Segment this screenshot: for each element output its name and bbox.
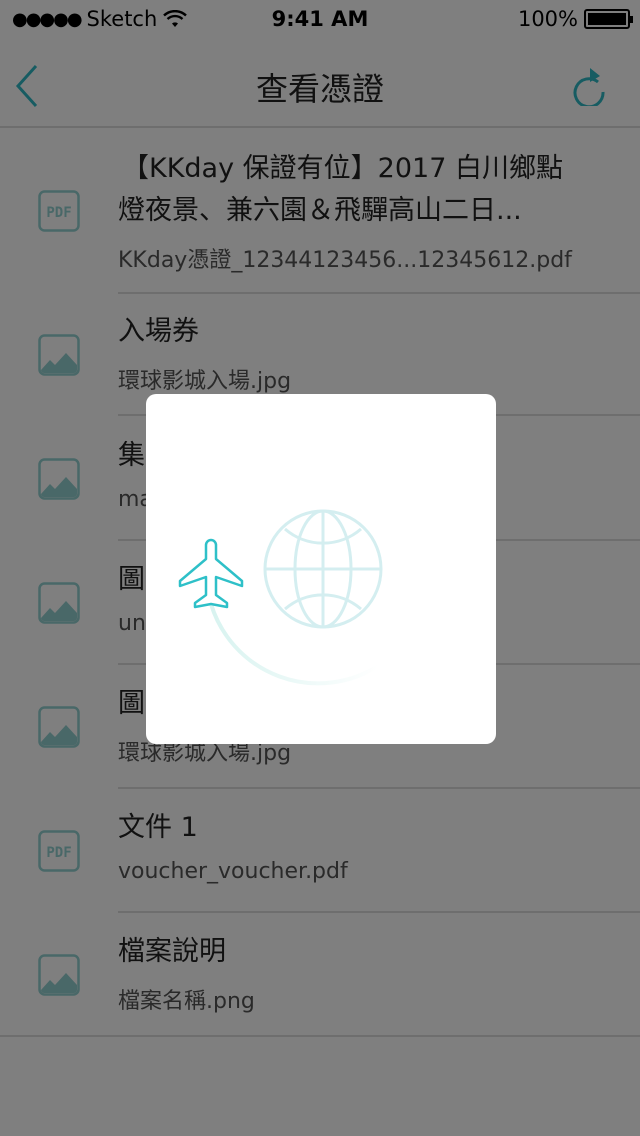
globe-icon xyxy=(263,509,383,629)
airplane-icon xyxy=(178,538,244,609)
loading-modal xyxy=(146,394,496,744)
flight-path xyxy=(209,603,380,686)
